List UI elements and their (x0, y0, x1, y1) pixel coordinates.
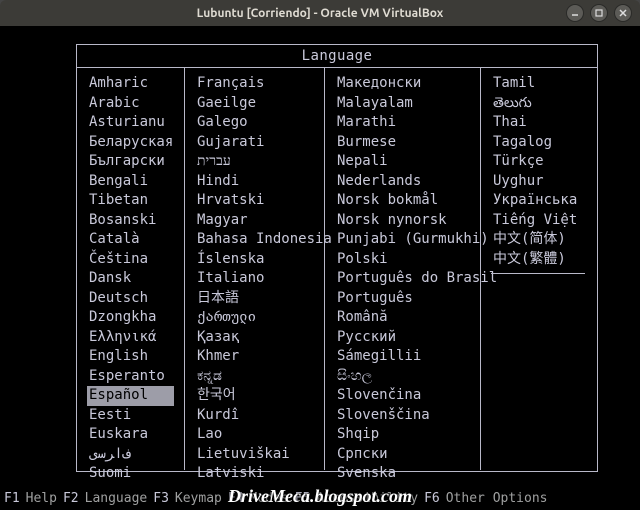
language-option[interactable]: Lao (195, 425, 314, 445)
language-option[interactable]: Hrvatski (195, 191, 314, 211)
language-option[interactable]: 한국어 (195, 386, 314, 406)
language-option[interactable]: Dzongkha (87, 308, 174, 328)
maximize-button[interactable] (590, 4, 608, 22)
language-option[interactable]: Français (195, 74, 314, 94)
language-option[interactable]: Tamil (491, 74, 585, 94)
language-option[interactable]: Latviski (195, 464, 314, 484)
language-option[interactable]: Íslenska (195, 250, 314, 270)
language-option[interactable]: Català (87, 230, 174, 250)
language-option[interactable]: Українська (491, 191, 585, 211)
language-option[interactable]: ﻑﺍﺮﺳی (87, 445, 174, 465)
language-option[interactable]: Suomi (87, 464, 174, 484)
window-title: Lubuntu [Corriendo] - Oracle VM VirtualB… (6, 7, 634, 20)
language-option[interactable]: Malayalam (335, 94, 470, 114)
minimize-button[interactable] (566, 4, 584, 22)
language-option[interactable]: Български (87, 152, 174, 172)
language-column: FrançaisGaeilgeGalegoGujaratiעבריתHindiH… (185, 68, 325, 470)
language-option[interactable]: Čeština (87, 250, 174, 270)
language-option[interactable]: Русский (335, 328, 470, 348)
language-option[interactable]: 中文(简体) (491, 230, 585, 250)
language-option[interactable]: Bengali (87, 172, 174, 192)
language-column: МакедонскиMalayalamMarathiBurmeseNepaliN… (325, 68, 481, 470)
language-option[interactable]: Esperanto (87, 367, 174, 387)
language-option[interactable]: Euskara (87, 425, 174, 445)
language-column: TamilతెలుగుThaiTagalogTürkçeUyghurУкраїн… (481, 68, 595, 470)
language-option[interactable]: Khmer (195, 347, 314, 367)
language-option[interactable]: සිංහල (335, 367, 470, 387)
language-option[interactable]: Tagalog (491, 133, 585, 153)
language-option[interactable]: Eesti (87, 406, 174, 426)
language-option[interactable]: Marathi (335, 113, 470, 133)
language-option[interactable]: Gujarati (195, 133, 314, 153)
language-option[interactable]: Tibetan (87, 191, 174, 211)
language-option[interactable]: ಕನ್ನಡ (195, 367, 314, 387)
language-option[interactable]: Burmese (335, 133, 470, 153)
language-option[interactable]: Asturianu (87, 113, 174, 133)
language-option[interactable]: 中文(繁體) (491, 250, 585, 270)
language-option[interactable]: Português do Brasil (335, 269, 470, 289)
dialog-title: Language (77, 45, 597, 68)
language-option[interactable]: Gaeilge (195, 94, 314, 114)
language-option[interactable]: Slovenščina (335, 406, 470, 426)
titlebar[interactable]: Lubuntu [Corriendo] - Oracle VM VirtualB… (0, 0, 640, 26)
language-option[interactable]: తెలుగు (491, 94, 585, 114)
language-option[interactable]: Bahasa Indonesia (195, 230, 314, 250)
language-option[interactable]: Deutsch (87, 289, 174, 309)
language-option[interactable]: Arabic (87, 94, 174, 114)
language-option[interactable]: Punjabi (Gurmukhi) (335, 230, 470, 250)
language-option[interactable]: Thai (491, 113, 585, 133)
language-option[interactable]: Nederlands (335, 172, 470, 192)
language-option[interactable]: Polski (335, 250, 470, 270)
language-option[interactable]: Ελληνικά (87, 328, 174, 348)
language-option[interactable]: Português (335, 289, 470, 309)
language-option[interactable]: Norsk bokmål (335, 191, 470, 211)
language-option[interactable]: עברית (195, 152, 314, 172)
language-option[interactable]: Српски (335, 445, 470, 465)
language-option[interactable]: Uyghur (491, 172, 585, 192)
language-option[interactable]: Lietuviškai (195, 445, 314, 465)
vm-window: Lubuntu [Corriendo] - Oracle VM VirtualB… (0, 0, 640, 510)
language-option[interactable]: Türkçe (491, 152, 585, 172)
language-option[interactable]: Slovenčina (335, 386, 470, 406)
language-option[interactable]: Қазақ (195, 328, 314, 348)
language-option[interactable]: Беларуская (87, 133, 174, 153)
vm-display[interactable]: Language AmharicArabicAsturianuБеларуска… (0, 26, 640, 510)
language-option[interactable]: 日本語 (195, 289, 314, 309)
language-column: AmharicArabicAsturianuБеларускаяБългарск… (77, 68, 185, 470)
language-option[interactable]: Nepali (335, 152, 470, 172)
close-button[interactable] (614, 4, 632, 22)
language-option[interactable]: Amharic (87, 74, 174, 94)
language-option[interactable]: English (87, 347, 174, 367)
language-option[interactable]: Română (335, 308, 470, 328)
language-option[interactable]: Sámegillii (335, 347, 470, 367)
language-option[interactable]: Galego (195, 113, 314, 133)
language-option[interactable]: ქართული (195, 308, 314, 328)
language-option[interactable]: Dansk (87, 269, 174, 289)
language-option[interactable]: Italiano (195, 269, 314, 289)
language-option[interactable]: Magyar (195, 211, 314, 231)
watermark: DriveMeca.blogspot.com (0, 486, 640, 506)
language-option[interactable]: Hindi (195, 172, 314, 192)
language-dialog: Language AmharicArabicAsturianuБеларуска… (76, 44, 598, 472)
language-option[interactable]: Bosanski (87, 211, 174, 231)
language-option[interactable]: Svenska (335, 464, 470, 484)
language-option[interactable]: Македонски (335, 74, 470, 94)
language-option[interactable]: Español (87, 386, 174, 406)
language-option[interactable]: Shqip (335, 425, 470, 445)
language-option[interactable]: Tiếng Việt (491, 211, 585, 231)
language-option[interactable]: Norsk nynorsk (335, 211, 470, 231)
language-option[interactable]: Kurdî (195, 406, 314, 426)
